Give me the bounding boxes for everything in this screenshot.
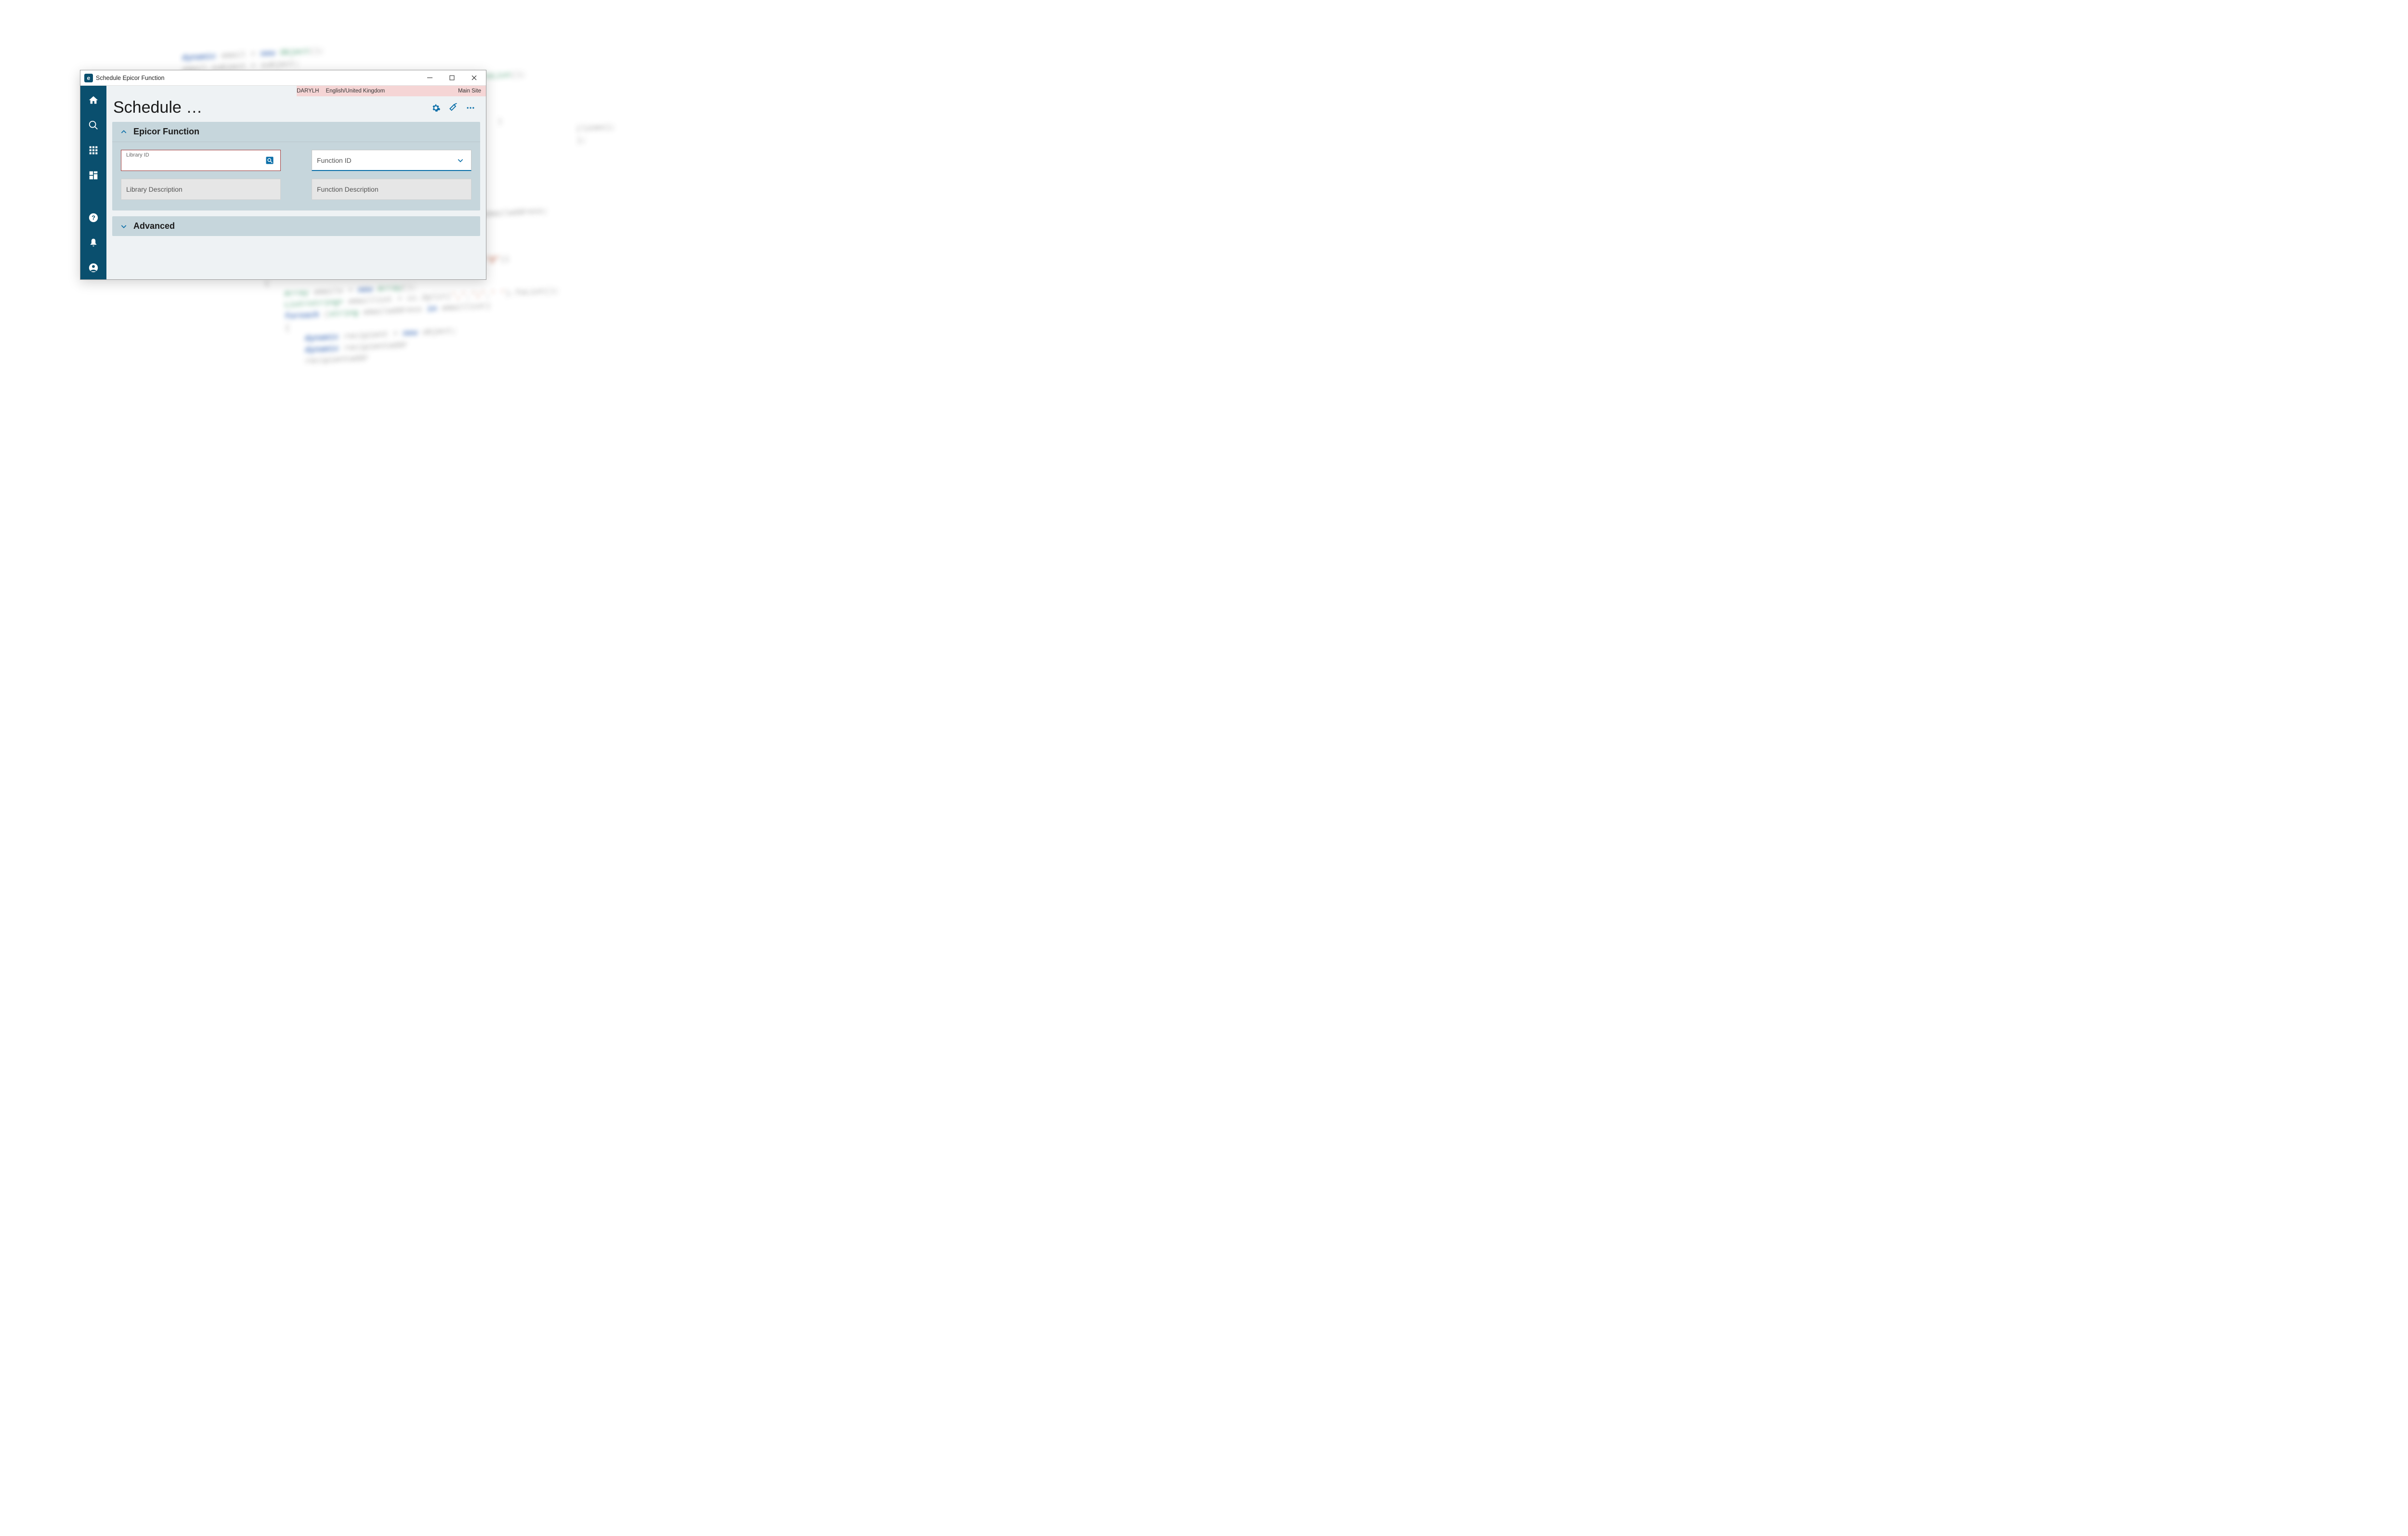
panel-header-advanced[interactable]: Advanced	[112, 216, 480, 236]
background-code: dynamic email = new Object(); email.subj…	[182, 0, 2408, 374]
more-icon	[466, 103, 475, 113]
info-user: DARYLH	[297, 88, 319, 94]
app-window: e Schedule Epicor Function	[80, 70, 486, 280]
broom-icon	[448, 103, 458, 113]
window-title: Schedule Epicor Function	[96, 75, 419, 81]
function-description-field: Function Description	[312, 179, 471, 200]
gear-icon	[431, 103, 441, 113]
minimize-icon	[427, 75, 432, 80]
close-button[interactable]	[463, 71, 485, 85]
function-id-label: Function ID	[317, 157, 352, 164]
panel-title: Advanced	[133, 221, 175, 231]
bell-icon	[89, 238, 98, 248]
info-locale: English/United Kingdom	[326, 88, 385, 94]
header-row: Schedule …	[106, 96, 486, 122]
library-id-field[interactable]: Library ID	[121, 150, 281, 171]
toolbar-more[interactable]	[462, 99, 479, 117]
help-icon: ?	[88, 212, 99, 223]
account-icon	[88, 263, 99, 273]
chevron-down-icon	[120, 223, 128, 230]
svg-text:?: ?	[92, 214, 95, 222]
chevron-down-icon	[457, 157, 464, 164]
panel-title: Epicor Function	[133, 127, 199, 137]
chevron-up-icon	[120, 128, 128, 136]
library-id-label: Library ID	[126, 152, 149, 158]
panel-header-epicor-function[interactable]: Epicor Function	[112, 122, 480, 142]
sidebar-item-apps[interactable]	[82, 139, 105, 162]
function-description-label: Function Description	[317, 185, 379, 193]
panel-advanced: Advanced	[112, 216, 480, 236]
maximize-icon	[449, 75, 455, 80]
search-icon	[88, 120, 99, 131]
function-id-dropdown-button[interactable]	[455, 155, 466, 166]
app-icon: e	[84, 74, 93, 82]
toolbar-clear[interactable]	[445, 99, 462, 117]
apps-grid-icon	[89, 145, 98, 155]
minimize-button[interactable]	[419, 71, 441, 85]
titlebar: e Schedule Epicor Function	[80, 70, 486, 86]
toolbar-settings[interactable]	[427, 99, 445, 117]
sidebar-item-account[interactable]	[82, 256, 105, 279]
sidebar-item-dashboard[interactable]	[82, 164, 105, 187]
sidebar-item-notifications[interactable]	[82, 231, 105, 254]
library-id-search-button[interactable]	[264, 155, 275, 166]
dashboard-icon	[89, 171, 98, 180]
window-controls	[419, 71, 485, 85]
content: DARYLH English/United Kingdom Main Site …	[106, 86, 486, 279]
search-in-box-icon	[265, 156, 274, 165]
maximize-button[interactable]	[441, 71, 463, 85]
home-icon	[88, 95, 99, 105]
sidebar-item-search[interactable]	[82, 114, 105, 137]
panel-epicor-function: Epicor Function Library ID Function ID	[112, 122, 480, 210]
library-description-field: Library Description	[121, 179, 281, 200]
function-id-field[interactable]: Function ID	[312, 150, 471, 171]
sidebar-item-help[interactable]: ?	[82, 206, 105, 229]
info-bar: DARYLH English/United Kingdom Main Site	[297, 86, 486, 96]
library-description-label: Library Description	[126, 185, 183, 193]
page-title: Schedule …	[113, 98, 427, 117]
sidebar-item-home[interactable]	[82, 89, 105, 112]
info-site: Main Site	[458, 88, 481, 94]
close-icon	[471, 75, 477, 80]
sidebar: ?	[80, 86, 106, 279]
